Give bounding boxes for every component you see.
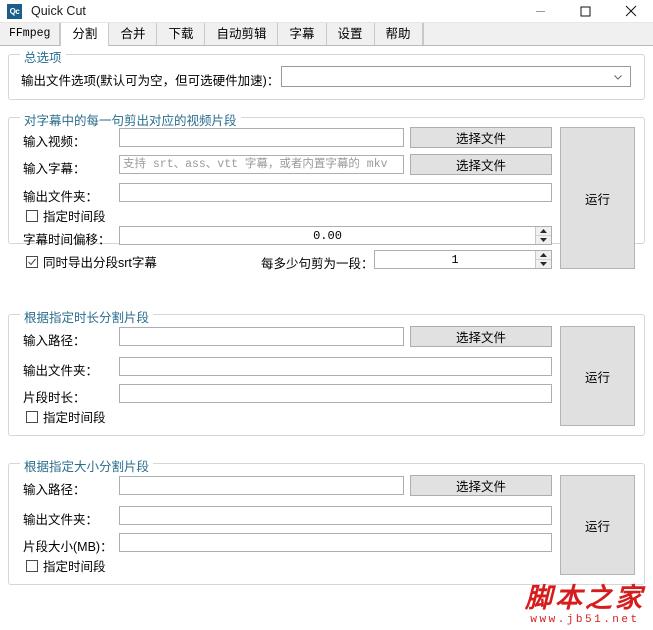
clip-size-field[interactable] — [119, 533, 552, 552]
run-button-duration-split[interactable]: 运行 — [560, 326, 635, 426]
input-path-browse-button-duration[interactable]: 选择文件 — [410, 326, 552, 347]
chevron-down-icon — [614, 74, 622, 80]
watermark: 脚本之家 www.jb51.net — [525, 585, 645, 626]
tab-split[interactable]: 分割 — [60, 23, 110, 46]
checkbox-checked-icon — [26, 255, 38, 268]
time-range-checkbox-label-size: 指定时间段 — [43, 560, 106, 574]
tab-content-split: 总选项 输出文件选项(默认可为空，但可选硬件加速)： 对字幕中的每一句剪出对应的… — [0, 46, 653, 630]
maximize-icon — [580, 6, 591, 16]
checkbox-unchecked-icon — [26, 410, 38, 423]
time-range-checkbox-label-subtitle: 指定时间段 — [43, 210, 106, 224]
group-general-options: 总选项 输出文件选项(默认可为空，但可选硬件加速)： — [8, 47, 645, 100]
close-icon — [625, 5, 636, 17]
tab-merge[interactable]: 合并 — [109, 23, 158, 45]
clip-duration-field[interactable] — [119, 384, 552, 403]
input-path-label-duration: 输入路径： — [23, 334, 86, 348]
run-button-subtitle-cut[interactable]: 运行 — [560, 127, 635, 269]
export-srt-checkbox[interactable]: 同时导出分段srt字幕 — [26, 252, 157, 271]
input-subtitle-browse-button[interactable]: 选择文件 — [410, 154, 552, 175]
subtitle-offset-spinner[interactable]: 0.00 — [119, 226, 552, 245]
stepper-down-icon[interactable] — [536, 260, 551, 268]
input-subtitle-label: 输入字幕： — [23, 162, 86, 176]
tab-subtitle[interactable]: 字幕 — [278, 23, 327, 45]
group-subtitle-cut: 对字幕中的每一句剪出对应的视频片段 输入视频： 选择文件 输入字幕： 支持 sr… — [8, 110, 645, 271]
sentences-per-clip-stepper[interactable] — [535, 251, 551, 268]
time-range-checkbox-duration[interactable]: 指定时间段 — [26, 407, 106, 426]
subtitle-offset-stepper[interactable] — [535, 227, 551, 244]
tab-auto-edit[interactable]: 自动剪辑 — [205, 23, 279, 45]
checkbox-unchecked-icon — [26, 209, 38, 222]
group-size-split: 根据指定大小分割片段 输入路径： 选择文件 输出文件夹： 片段大小(MB)： 指… — [8, 456, 645, 585]
group-duration-split-title: 根据指定时长分割片段 — [20, 307, 154, 326]
input-video-label: 输入视频： — [23, 135, 86, 149]
output-folder-label-size: 输出文件夹： — [23, 513, 99, 527]
time-range-checkbox-label-duration: 指定时间段 — [43, 411, 106, 425]
title-bar: Qc Quick Cut — [0, 0, 653, 23]
output-folder-field-size[interactable] — [119, 506, 552, 525]
tab-download[interactable]: 下载 — [157, 23, 206, 45]
tab-ffmpeg[interactable]: FFmpeg — [0, 23, 61, 45]
input-path-field-size[interactable] — [119, 476, 404, 495]
input-subtitle-field[interactable]: 支持 srt、ass、vtt 字幕，或者内置字幕的 mkv — [119, 155, 404, 174]
group-size-split-title: 根据指定大小分割片段 — [20, 456, 154, 475]
tab-help[interactable]: 帮助 — [374, 23, 423, 45]
sentences-per-clip-label: 每多少句剪为一段： — [261, 257, 374, 271]
subtitle-offset-label: 字幕时间偏移： — [23, 233, 111, 247]
input-path-label-size: 输入路径： — [23, 483, 86, 497]
watermark-text: 脚本之家 — [525, 583, 645, 614]
tab-bar: FFmpeg 分割 合并 下载 自动剪辑 字幕 设置 帮助 — [0, 23, 653, 46]
output-options-combobox[interactable] — [281, 66, 631, 87]
window-controls — [518, 0, 653, 22]
minimize-icon — [536, 10, 545, 12]
export-srt-checkbox-label: 同时导出分段srt字幕 — [43, 256, 157, 270]
stepper-up-icon[interactable] — [536, 227, 551, 236]
input-path-browse-button-size[interactable]: 选择文件 — [410, 475, 552, 496]
clip-duration-label: 片段时长： — [23, 391, 86, 405]
sentences-per-clip-value: 1 — [451, 252, 459, 267]
watermark-url: www.jb51.net — [530, 614, 640, 626]
input-video-field[interactable] — [119, 128, 404, 147]
checkbox-unchecked-icon — [26, 559, 38, 572]
stepper-up-icon[interactable] — [536, 251, 551, 260]
time-range-checkbox-size[interactable]: 指定时间段 — [26, 556, 106, 575]
sentences-per-clip-spinner[interactable]: 1 — [374, 250, 552, 269]
time-range-checkbox-subtitle[interactable]: 指定时间段 — [26, 206, 106, 225]
group-subtitle-cut-title: 对字幕中的每一句剪出对应的视频片段 — [20, 110, 241, 129]
tab-settings[interactable]: 设置 — [326, 23, 375, 45]
input-video-browse-button[interactable]: 选择文件 — [410, 127, 552, 148]
group-duration-split: 根据指定时长分割片段 输入路径： 选择文件 输出文件夹： 片段时长： 指定时间段… — [8, 307, 645, 436]
input-path-field-duration[interactable] — [119, 327, 404, 346]
minimize-button[interactable] — [518, 0, 563, 22]
close-button[interactable] — [608, 0, 653, 22]
app-title: Quick Cut — [31, 4, 86, 18]
output-folder-field-subtitle[interactable] — [119, 183, 552, 202]
group-general-options-title: 总选项 — [20, 47, 66, 66]
maximize-button[interactable] — [563, 0, 608, 22]
subtitle-offset-value: 0.00 — [313, 228, 342, 243]
app-icon: Qc — [7, 3, 22, 19]
tab-filler — [422, 23, 653, 45]
output-folder-label-subtitle: 输出文件夹： — [23, 190, 99, 204]
output-options-label: 输出文件选项(默认可为空，但可选硬件加速)： — [21, 74, 280, 88]
stepper-down-icon[interactable] — [536, 236, 551, 244]
output-folder-field-duration[interactable] — [119, 357, 552, 376]
run-button-size-split[interactable]: 运行 — [560, 475, 635, 575]
clip-size-label: 片段大小(MB)： — [23, 540, 113, 554]
output-folder-label-duration: 输出文件夹： — [23, 364, 99, 378]
